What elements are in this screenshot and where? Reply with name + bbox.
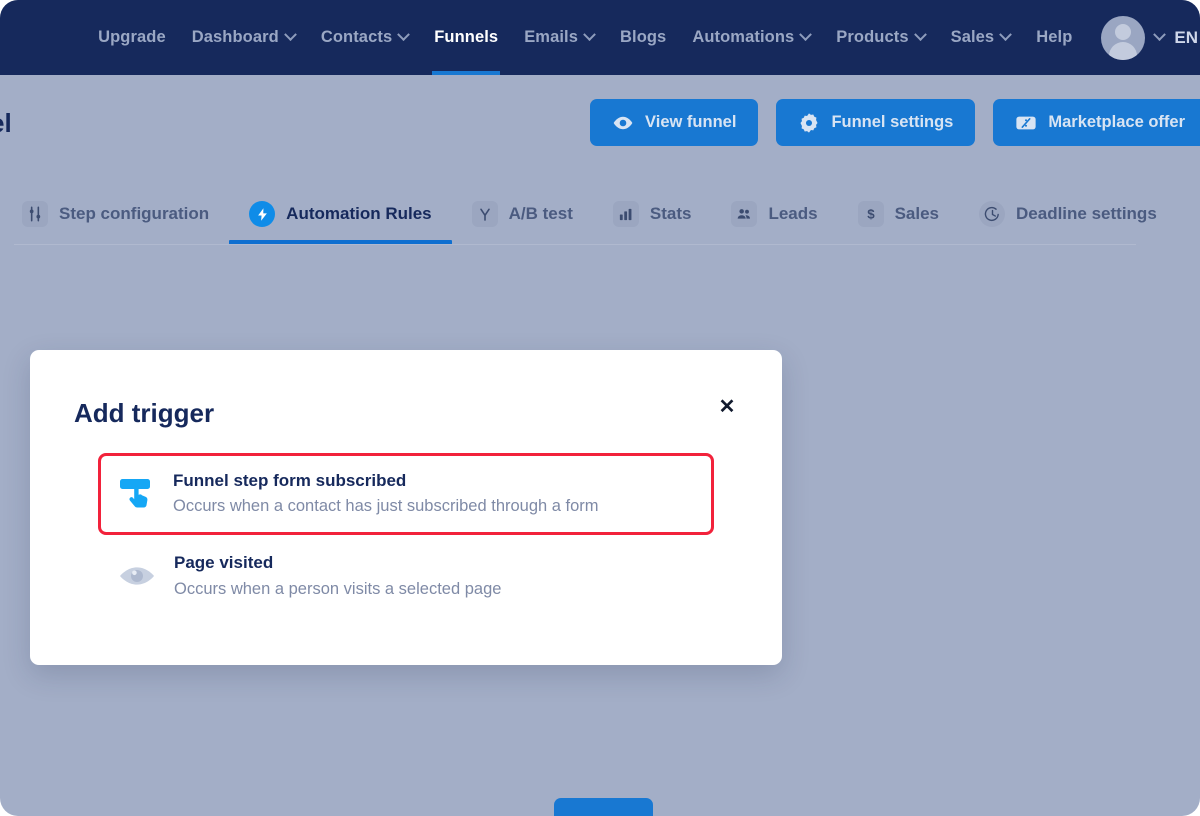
button-label: Marketplace offer: [1048, 113, 1185, 131]
tab-stats[interactable]: Stats: [593, 183, 712, 245]
nav-item-sales[interactable]: Sales: [938, 0, 1024, 75]
trigger-option-text: Funnel step form subscribed Occurs when …: [173, 471, 599, 517]
trigger-option-page-visited[interactable]: Page visited Occurs when a person visits…: [102, 535, 710, 617]
chevron-down-icon: [913, 28, 927, 42]
nav-item-automations[interactable]: Automations: [679, 0, 823, 75]
lightning-bolt-icon: [249, 201, 276, 227]
tab-deadline-settings[interactable]: Deadline settings: [959, 183, 1177, 245]
sliders-icon: [22, 201, 48, 227]
modal-title: Add trigger: [74, 398, 215, 428]
tab-label: Automation Rules: [286, 204, 432, 223]
chevron-down-icon: [1153, 28, 1167, 42]
tab-label: Sales: [894, 204, 940, 223]
tab-step-configuration[interactable]: Step configuration: [0, 183, 229, 245]
split-branch-icon: [471, 201, 498, 227]
gear-icon: [798, 112, 820, 134]
button-label: Funnel settings: [831, 113, 954, 131]
nav-item-label: Emails: [524, 28, 578, 46]
tab-leads[interactable]: Leads: [711, 183, 837, 245]
bar-chart-icon: [612, 201, 639, 227]
tab-ab-test[interactable]: A/B test: [452, 183, 593, 245]
nav-item-label: Blogs: [620, 28, 667, 46]
tab-sales[interactable]: $ Sales: [838, 183, 959, 245]
top-navbar: Upgrade Dashboard Contacts Funnels Email…: [0, 0, 1200, 75]
trigger-option-text: Page visited Occurs when a person visits…: [174, 553, 501, 599]
nav-item-upgrade[interactable]: Upgrade: [85, 0, 179, 75]
trigger-option-title: Page visited: [174, 553, 274, 573]
navbar-items: Upgrade Dashboard Contacts Funnels Email…: [85, 0, 1200, 75]
nav-item-label: Products: [836, 28, 909, 46]
trigger-option-description: Occurs when a person visits a selected p…: [174, 579, 502, 598]
chevron-down-icon: [999, 28, 1013, 42]
ticket-percent-icon: [1015, 112, 1037, 134]
nav-item-funnels[interactable]: Funnels: [421, 0, 511, 75]
nav-item-help[interactable]: Help: [1023, 0, 1085, 75]
user-avatar-icon: [1101, 15, 1146, 60]
page-title: el: [0, 108, 12, 138]
nav-item-label: Sales: [950, 28, 995, 46]
eye-icon: [612, 112, 634, 134]
nav-item-products[interactable]: Products: [823, 0, 937, 75]
clock-icon: [979, 201, 1006, 227]
nav-item-label: Funnels: [434, 28, 499, 46]
app-window: Upgrade Dashboard Contacts Funnels Email…: [0, 0, 1200, 816]
language-selector[interactable]: EN: [1174, 28, 1200, 48]
nav-item-dashboard[interactable]: Dashboard: [179, 0, 308, 75]
nav-item-label: Help: [1036, 28, 1073, 46]
dollar-icon: $: [857, 201, 884, 227]
funnel-tabs: Step configuration Automation Rules A/B …: [0, 183, 1200, 245]
eye-icon: [116, 555, 158, 597]
trigger-option-description: Occurs when a contact has just subscribe…: [173, 497, 599, 516]
nav-item-blogs[interactable]: Blogs: [607, 0, 679, 75]
trigger-option-list: Funnel step form subscribed Occurs when …: [30, 453, 782, 617]
nav-item-emails[interactable]: Emails: [511, 0, 607, 75]
bottom-primary-button[interactable]: [554, 798, 653, 816]
add-trigger-modal: Add trigger ✕ Funnel step form subscribe…: [30, 350, 782, 665]
close-icon[interactable]: ✕: [714, 394, 740, 420]
funnel-settings-button[interactable]: Funnel settings: [776, 99, 976, 146]
tab-label: Deadline settings: [1016, 204, 1157, 223]
chevron-down-icon: [397, 28, 411, 42]
nav-item-label: Upgrade: [98, 28, 166, 46]
chevron-down-icon: [799, 28, 813, 42]
view-funnel-button[interactable]: View funnel: [590, 99, 759, 146]
nav-item-label: Dashboard: [191, 28, 279, 46]
chevron-down-icon: [283, 28, 297, 42]
tab-label: Stats: [649, 204, 692, 223]
page-action-buttons: View funnel Funnel settings Marketplace …: [590, 99, 1200, 146]
chevron-down-icon: [583, 28, 596, 42]
tab-label: A/B test: [508, 204, 573, 223]
marketplace-offer-button[interactable]: Marketplace offer: [993, 99, 1200, 146]
nav-item-contacts[interactable]: Contacts: [308, 0, 421, 75]
trigger-option-title: Funnel step form subscribed: [173, 471, 407, 490]
trigger-option-funnel-step-form-subscribed[interactable]: Funnel step form subscribed Occurs when …: [98, 453, 714, 536]
account-menu[interactable]: [1085, 0, 1174, 75]
nav-item-label: Automations: [692, 28, 795, 46]
tab-automation-rules[interactable]: Automation Rules: [229, 183, 453, 245]
button-label: View funnel: [645, 113, 737, 131]
people-icon: [731, 201, 758, 227]
form-tap-icon: [115, 473, 157, 515]
nav-item-label: Contacts: [320, 28, 393, 46]
tab-label: Step configuration: [59, 204, 210, 223]
tab-label: Leads: [768, 204, 818, 223]
svg-text:$: $: [867, 207, 875, 222]
